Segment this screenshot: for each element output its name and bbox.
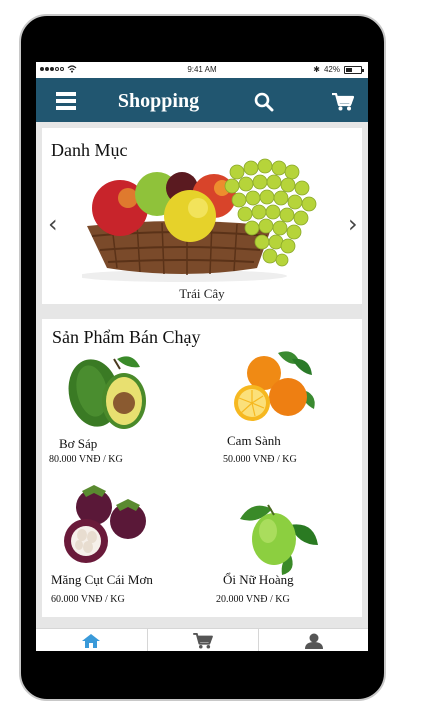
guava-image <box>240 504 318 575</box>
bottom-tabbar <box>36 628 368 651</box>
category-label[interactable]: Trái Cây <box>42 286 362 302</box>
product-card[interactable]: Cam Sành 50.000 VNĐ / KG <box>202 349 362 469</box>
product-price: 80.000 VNĐ / KG <box>49 454 123 465</box>
battery-percent: 42% <box>323 65 340 74</box>
bestseller-heading: Sản Phẩm Bán Chạy <box>52 327 201 347</box>
orange-image <box>234 351 315 421</box>
user-icon <box>304 633 323 649</box>
product-card[interactable]: Bơ Sáp 80.000 VNĐ / KG <box>42 349 202 469</box>
bestseller-card: Sản Phẩm Bán Chạy Bơ Sáp 80.000 VNĐ / KG <box>42 319 362 617</box>
category-card: Danh Mục ‹ › Trái Cây <box>42 128 362 304</box>
bluetooth-icon: ✱ <box>313 65 320 74</box>
product-price: 60.000 VNĐ / KG <box>51 594 125 605</box>
cart-icon <box>192 632 213 649</box>
top-navbar: Shopping <box>36 78 368 122</box>
search-icon[interactable] <box>254 92 274 112</box>
tab-cart[interactable] <box>147 629 257 651</box>
status-right: ✱ 42% <box>313 65 364 74</box>
chevron-left-icon[interactable]: ‹ <box>48 210 58 238</box>
product-name: Bơ Sáp <box>59 436 98 451</box>
mangosteen-image <box>64 485 146 563</box>
tab-home[interactable] <box>36 629 146 651</box>
home-icon <box>82 633 100 648</box>
status-bar: 9:41 AM ✱ 42% <box>36 62 368 78</box>
chevron-right-icon[interactable]: › <box>348 210 358 238</box>
app-screen: 9:41 AM ✱ 42% Shopping Danh Mục ‹ › Trái… <box>36 62 368 651</box>
cart-icon[interactable] <box>332 93 354 111</box>
product-name: Cam Sành <box>227 433 281 448</box>
product-name: Măng Cụt Cái Mơn <box>51 572 153 587</box>
battery-fill <box>346 67 352 72</box>
fruit-basket-image[interactable] <box>82 158 332 283</box>
app-title: Shopping <box>117 90 200 112</box>
product-name: Ổi Nữ Hoàng <box>223 572 294 587</box>
product-price: 50.000 VNĐ / KG <box>223 454 297 465</box>
battery-icon <box>344 65 364 74</box>
product-card[interactable]: Măng Cụt Cái Mơn 60.000 VNĐ / KG <box>42 479 202 609</box>
product-card[interactable]: Ổi Nữ Hoàng 20.000 VNĐ / KG <box>202 479 362 609</box>
product-price: 20.000 VNĐ / KG <box>216 594 290 605</box>
tab-profile[interactable] <box>258 629 368 651</box>
avocado-image <box>68 356 146 429</box>
